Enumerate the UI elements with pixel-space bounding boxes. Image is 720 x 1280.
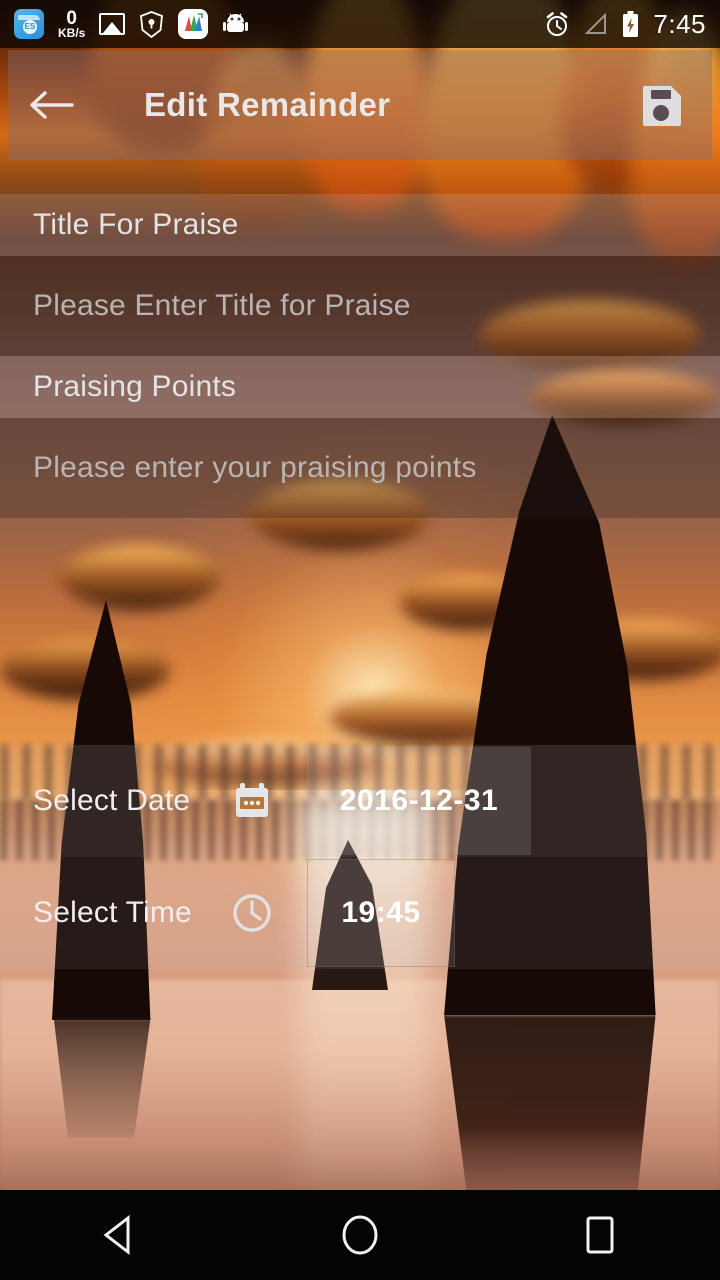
phone-screen: 0 KB/s	[0, 0, 720, 1280]
form-spacer	[0, 518, 720, 745]
network-speed-indicator: 0 KB/s	[58, 9, 85, 39]
signal-icon	[584, 12, 608, 35]
back-arrow-icon	[30, 91, 74, 119]
select-time-label: Select Time	[33, 896, 192, 929]
android-system-icon	[222, 12, 249, 36]
battery-charging-icon	[622, 10, 639, 38]
reminder-form: Title For Praise Please Enter Title for …	[0, 194, 720, 969]
time-value[interactable]: 19:45	[307, 859, 455, 967]
back-button[interactable]	[8, 50, 94, 160]
save-button[interactable]	[612, 50, 712, 160]
nav-recents-button[interactable]	[525, 1190, 675, 1280]
mindmap-app-icon	[178, 9, 209, 39]
nav-home-button[interactable]	[285, 1190, 435, 1280]
nav-home-circle-icon	[342, 1215, 378, 1255]
app-bar: Edit Remainder	[8, 50, 712, 160]
nav-back-button[interactable]	[45, 1190, 195, 1280]
date-picker-row[interactable]: Select Date 2016-12-31	[0, 745, 720, 857]
points-input-row[interactable]: Please enter your praising points	[0, 418, 720, 518]
title-input[interactable]: Please Enter Title for Praise	[33, 289, 411, 323]
network-speed-unit: KB/s	[58, 26, 86, 40]
save-floppy-icon	[643, 86, 681, 126]
select-date-label: Select Date	[33, 784, 191, 817]
title-field-label-row: Title For Praise	[0, 194, 720, 256]
status-bar-left-icons: 0 KB/s	[14, 9, 544, 39]
date-value[interactable]: 2016-12-31	[307, 747, 531, 855]
alarm-icon	[544, 11, 570, 38]
android-navigation-bar	[0, 1190, 720, 1280]
nav-recents-square-icon	[586, 1216, 614, 1254]
status-bar-clock: 7:45	[653, 8, 706, 39]
time-picker-row[interactable]: Select Time 19:45	[0, 857, 720, 969]
calendar-icon[interactable]	[223, 780, 281, 822]
es-file-explorer-icon	[14, 9, 44, 39]
sea-stack-large-reflection	[444, 1015, 656, 1200]
points-field-label-row: Praising Points	[0, 356, 720, 418]
title-input-row[interactable]: Please Enter Title for Praise	[0, 256, 720, 356]
points-input[interactable]: Please enter your praising points	[33, 451, 477, 485]
page-title: Edit Remainder	[144, 86, 391, 123]
status-bar-right-icons: 7:45	[544, 9, 706, 40]
brave-browser-icon	[139, 10, 164, 38]
gallery-icon	[99, 13, 126, 35]
clock-icon[interactable]	[223, 891, 281, 935]
points-field-label: Praising Points	[33, 370, 237, 403]
status-bar: 0 KB/s	[0, 0, 720, 48]
nav-back-triangle-icon	[103, 1214, 130, 1256]
title-field-label: Title For Praise	[33, 208, 239, 241]
